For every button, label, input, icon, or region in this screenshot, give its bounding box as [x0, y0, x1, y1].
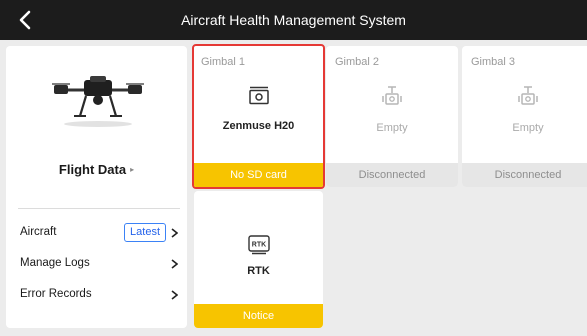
firmware-status-badge: Latest [124, 223, 166, 242]
menu-item-manage-logs[interactable]: Manage Logs [6, 250, 187, 278]
chevron-right-icon [171, 259, 178, 269]
card-caption: Gimbal 1 [201, 56, 246, 68]
gimbal-mount-icon [382, 86, 402, 105]
menu-item-label: Manage Logs [20, 257, 90, 269]
camera-icon [248, 86, 269, 105]
gimbal-status: Disconnected [326, 163, 458, 187]
rtk-icon: RTK [247, 235, 270, 255]
device-status: Notice [194, 304, 323, 328]
menu-item-label: Aircraft [20, 226, 57, 238]
menu-item-label: Error Records [20, 288, 92, 300]
gimbal-name: Empty [512, 122, 544, 134]
flight-data-label: Flight Data [58, 162, 127, 177]
caret-right-icon: ▸ [130, 165, 135, 174]
top-bar: Aircraft Health Management System [0, 0, 587, 40]
gimbal-name: Zenmuse H20 [222, 120, 295, 132]
rtk-icon-text: RTK [251, 242, 265, 249]
chevron-right-icon [171, 228, 178, 238]
menu-item-aircraft[interactable]: Aircraft Latest [6, 219, 187, 247]
menu-item-error-records[interactable]: Error Records [6, 281, 187, 309]
device-name: RTK [247, 265, 270, 277]
gimbal-2-card[interactable]: Gimbal 2 Empty Disconnected [326, 46, 458, 187]
flight-data-link[interactable]: Flight Data ▸ [6, 162, 187, 177]
gimbal-status: No SD card [194, 163, 323, 187]
card-caption: Gimbal 2 [335, 56, 380, 68]
divider [18, 208, 180, 209]
rtk-card[interactable]: RTK RTK Notice [194, 191, 323, 328]
aircraft-panel: Flight Data ▸ Aircraft Latest Manage Logs… [6, 46, 187, 328]
gimbal-status: Disconnected [462, 163, 587, 187]
gimbal-mount-icon [518, 86, 538, 105]
drone-image [52, 76, 144, 127]
gimbal-name: Empty [376, 122, 408, 134]
gimbal-1-card[interactable]: Gimbal 1 Zenmuse H20 No SD card [192, 44, 325, 189]
gimbal-3-card[interactable]: Gimbal 3 Empty Disconnected [462, 46, 587, 187]
chevron-right-icon [171, 290, 178, 300]
card-caption: Gimbal 3 [471, 56, 516, 68]
page-title: Aircraft Health Management System [181, 12, 406, 28]
